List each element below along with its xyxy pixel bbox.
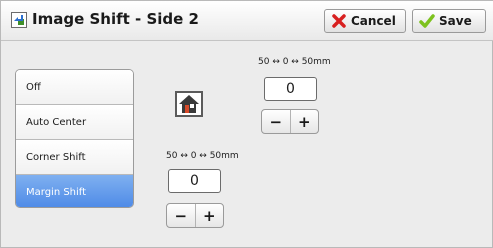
option-label: Auto Center [26, 116, 87, 128]
horizontal-shift-value[interactable]: 0 [168, 169, 221, 193]
save-button[interactable]: Save [412, 9, 486, 33]
dialog-window: Image Shift - Side 2 Cancel Save Off Aut… [0, 0, 493, 248]
vertical-plus-button[interactable]: + [289, 110, 319, 133]
option-label: Corner Shift [26, 151, 86, 163]
horizontal-shift-stepper: − + [166, 203, 224, 228]
title-bar: Image Shift - Side 2 Cancel Save [1, 1, 493, 41]
image-shift-icon [11, 12, 27, 28]
page-title: Image Shift - Side 2 [32, 10, 199, 28]
option-off[interactable]: Off [16, 70, 133, 105]
shift-options-list: Off Auto Center Corner Shift Margin Shif… [15, 69, 134, 208]
option-corner-shift[interactable]: Corner Shift [16, 140, 133, 175]
option-margin-shift[interactable]: Margin Shift [16, 175, 133, 207]
vertical-shift-value[interactable]: 0 [264, 77, 317, 101]
option-auto-center[interactable]: Auto Center [16, 105, 133, 140]
close-icon [331, 13, 347, 29]
horizontal-minus-button[interactable]: − [167, 204, 195, 227]
home-icon [177, 95, 201, 119]
vertical-range-label: 50 ↔ 0 ↔ 50mm [258, 57, 331, 67]
home-button[interactable] [175, 91, 203, 117]
cancel-label: Cancel [351, 14, 396, 28]
horizontal-range-label: 50 ↔ 0 ↔ 50mm [166, 151, 239, 161]
cancel-button[interactable]: Cancel [324, 9, 406, 33]
vertical-shift-stepper: − + [261, 109, 319, 134]
horizontal-plus-button[interactable]: + [194, 204, 224, 227]
option-label: Margin Shift [26, 187, 87, 198]
save-label: Save [439, 14, 472, 28]
vertical-minus-button[interactable]: − [262, 110, 290, 133]
checkmark-icon [419, 13, 435, 29]
option-label: Off [26, 81, 41, 93]
